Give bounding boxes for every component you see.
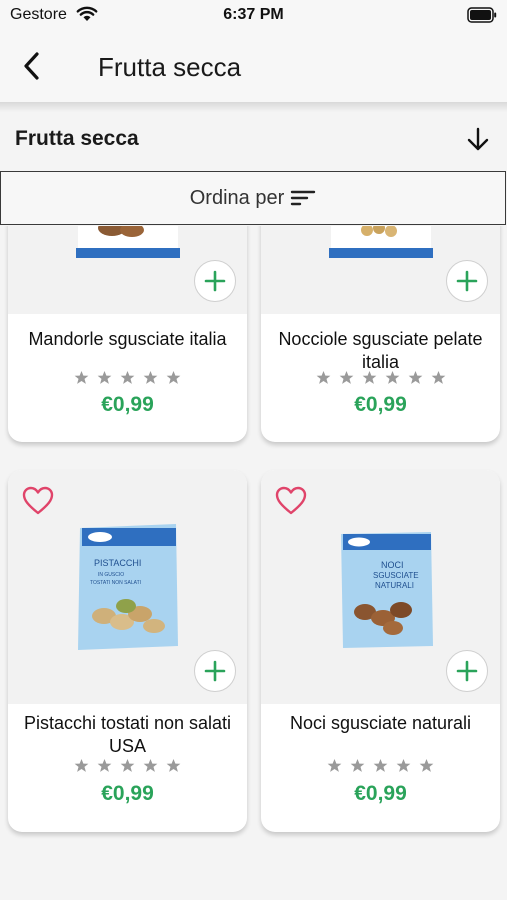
star-icon: [419, 758, 434, 772]
sort-lines-icon: [291, 190, 316, 206]
favorite-heart-icon[interactable]: [22, 486, 54, 516]
star-icon: [97, 758, 112, 772]
rating-stars: [8, 370, 247, 385]
star-icon: [166, 370, 181, 384]
product-name: Pistacchi tostati non salati USA: [23, 713, 232, 756]
product-price: €0,99: [354, 393, 407, 416]
sort-label: Ordina per: [189, 186, 285, 209]
product-price: €0,99: [354, 782, 407, 805]
star-icon: [431, 370, 445, 384]
rating-stars: [261, 758, 500, 773]
pack-label: SGUSCIATE: [373, 571, 419, 580]
product-name: Mandorle sgusciate italia: [28, 329, 227, 349]
pack-label: TOSTATI NON SALATI: [90, 580, 141, 586]
star-icon: [143, 758, 158, 772]
chevron-left-icon: [24, 52, 39, 80]
star-icon: [362, 370, 376, 384]
rating-stars: [8, 758, 247, 773]
star-icon: [166, 758, 181, 772]
star-icon: [339, 370, 353, 384]
product-card[interactable]: Nocciole sgusciate pelate italia €0,99: [261, 226, 500, 442]
add-to-cart-button[interactable]: [194, 650, 236, 692]
star-icon: [120, 758, 135, 772]
add-to-cart-button[interactable]: [446, 650, 488, 692]
page-title: Frutta secca: [98, 52, 242, 82]
star-icon: [120, 370, 135, 384]
star-icon: [373, 758, 388, 772]
walnut-pack-image: NOCI SGUSCIATE NATURALI: [341, 532, 433, 648]
plus-icon: [456, 270, 478, 292]
star-icon: [385, 370, 399, 384]
plus-icon: [456, 660, 478, 682]
add-to-cart-button[interactable]: [446, 260, 488, 302]
star-icon: [327, 758, 342, 772]
arrow-down-icon: [467, 127, 489, 151]
pack-label: IN GUSCIO: [98, 572, 124, 578]
product-card[interactable]: PISTACCHI IN GUSCIO TOSTATI NON SALATI P…: [8, 470, 247, 832]
star-icon: [74, 370, 89, 384]
star-icon: [143, 370, 158, 384]
plus-icon: [204, 660, 226, 682]
star-icon: [74, 758, 89, 772]
rating-stars: [261, 370, 500, 385]
plus-icon: [204, 270, 226, 292]
star-icon: [97, 370, 112, 384]
pack-label: NATURALI: [375, 581, 414, 590]
status-bar: Gestore 6:37 PM: [0, 0, 507, 32]
star-icon: [396, 758, 411, 772]
pack-label: PISTACCHI: [94, 558, 141, 568]
star-icon: [350, 758, 365, 772]
category-label: Frutta secca: [15, 127, 139, 150]
pistachio-pack-image: PISTACCHI IN GUSCIO TOSTATI NON SALATI: [78, 524, 178, 650]
nav-bar: Frutta secca: [0, 32, 507, 102]
product-name: Nocciole sgusciate pelate italia: [278, 329, 483, 372]
sort-button[interactable]: Ordina per: [0, 171, 506, 225]
star-icon: [316, 370, 330, 384]
product-price: €0,99: [101, 393, 154, 416]
star-icon: [408, 370, 422, 384]
almond-pack-image: [76, 226, 180, 258]
add-to-cart-button[interactable]: [194, 260, 236, 302]
product-grid: Mandorle sgusciate italia €0,99 Nocciole…: [0, 226, 507, 900]
battery-icon: [467, 7, 497, 23]
category-selector[interactable]: Frutta secca: [0, 114, 507, 166]
nav-shadow: [0, 102, 507, 112]
clock: 6:37 PM: [223, 6, 284, 23]
product-name: Noci sgusciate naturali: [289, 713, 472, 733]
hazelnut-pack-image: [329, 226, 433, 258]
favorite-heart-icon[interactable]: [275, 486, 307, 516]
pack-label: NOCI: [381, 560, 404, 570]
product-card[interactable]: Mandorle sgusciate italia €0,99: [8, 226, 247, 442]
product-price: €0,99: [101, 782, 154, 805]
product-card[interactable]: NOCI SGUSCIATE NATURALI Noci sgusciate n…: [261, 470, 500, 832]
back-button[interactable]: [14, 48, 50, 84]
